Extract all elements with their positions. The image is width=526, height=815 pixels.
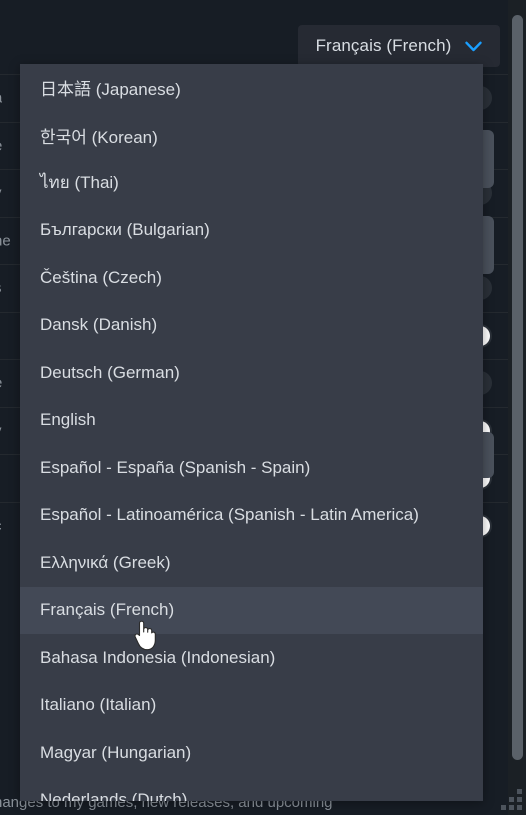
settings-row-label: v	[0, 422, 2, 439]
grip-dot	[517, 797, 522, 802]
language-option[interactable]: Čeština (Czech)	[20, 254, 483, 302]
language-option[interactable]: 한국어 (Korean)	[20, 112, 483, 160]
settings-row-label: a	[0, 90, 2, 107]
language-option-label: Ελληνικά (Greek)	[40, 552, 171, 572]
language-option[interactable]: Italiano (Italian)	[20, 682, 483, 730]
language-option-label: Bahasa Indonesia (Indonesian)	[40, 647, 276, 667]
settings-row-label: y	[0, 185, 2, 202]
language-option-label: English	[40, 410, 96, 430]
language-option-label: Español - España (Spanish - Spain)	[40, 457, 311, 477]
language-option-label: Dansk (Danish)	[40, 315, 158, 335]
settings-row-label: c	[0, 517, 2, 534]
language-option-label: Nederlands (Dutch)	[40, 790, 188, 801]
language-option[interactable]: Magyar (Hungarian)	[20, 729, 483, 777]
language-dropdown-list[interactable]: 日本語 (Japanese) 한국어 (Korean) ไทย (Thai) Бълг…	[20, 64, 483, 801]
language-option[interactable]: Български (Bulgarian)	[20, 207, 483, 255]
language-option[interactable]: Français (French)	[20, 586, 483, 634]
language-option[interactable]: Español - España (Spanish - Spain)	[20, 444, 483, 492]
grip-dot	[517, 805, 522, 810]
chevron-down-icon	[465, 41, 483, 52]
language-option[interactable]: Español - Latinoamérica (Spanish - Latin…	[20, 492, 483, 540]
grip-dot	[517, 789, 522, 794]
language-select-value: Français (French)	[315, 36, 452, 55]
language-option[interactable]: 日本語 (Japanese)	[20, 64, 483, 112]
settings-window: aeynestevrc hanges to my games, new rele…	[0, 0, 526, 815]
grip-dot	[509, 797, 514, 802]
language-option-label: ไทย (Thai)	[40, 173, 119, 193]
language-option[interactable]: Dansk (Danish)	[20, 302, 483, 350]
language-option-label: Čeština (Czech)	[40, 267, 162, 287]
language-option[interactable]: Bahasa Indonesia (Indonesian)	[20, 634, 483, 682]
settings-row-label: e	[0, 137, 2, 154]
settings-row-label: e	[0, 375, 2, 392]
language-option-label: Deutsch (German)	[40, 362, 180, 382]
language-option[interactable]: Nederlands (Dutch)	[20, 777, 483, 801]
page-scrollbar-track[interactable]	[508, 0, 526, 815]
language-option-label: 한국어 (Korean)	[40, 127, 158, 147]
language-option[interactable]: Ελληνικά (Greek)	[20, 539, 483, 587]
resize-grip-icon[interactable]	[500, 789, 522, 811]
language-option[interactable]: English	[20, 397, 483, 445]
page-scrollbar-thumb[interactable]	[512, 15, 523, 760]
grip-dot	[501, 805, 506, 810]
language-option-label: Español - Latinoamérica (Spanish - Latin…	[40, 505, 419, 525]
settings-row-label: ne	[0, 232, 11, 250]
language-option[interactable]: ไทย (Thai)	[20, 159, 483, 207]
language-option[interactable]: Deutsch (German)	[20, 349, 483, 397]
language-option-label: Français (French)	[40, 600, 175, 620]
grip-dot	[509, 805, 514, 810]
language-option-label: 日本語 (Japanese)	[40, 80, 181, 100]
language-option-label: Italiano (Italian)	[40, 695, 157, 715]
language-option-label: Magyar (Hungarian)	[40, 742, 192, 762]
language-select-button[interactable]: Français (French)	[298, 25, 500, 67]
language-option-label: Български (Bulgarian)	[40, 220, 210, 240]
settings-row-label: s	[0, 280, 2, 297]
